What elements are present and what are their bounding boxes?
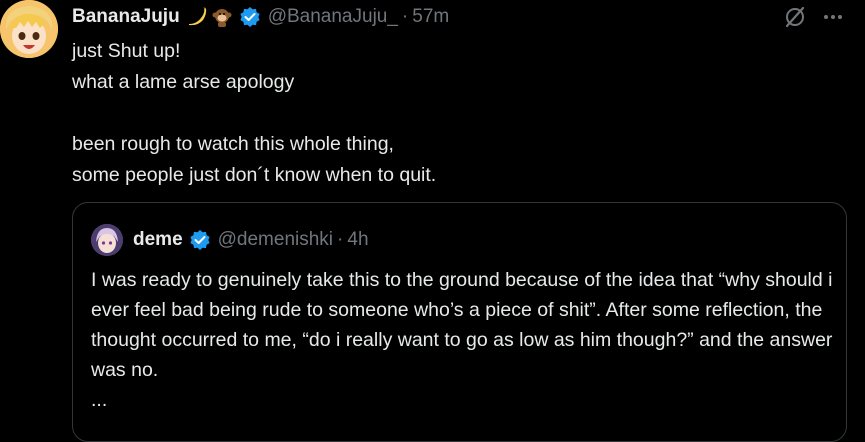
verified-icon[interactable]: [189, 229, 211, 251]
quoted-author-avatar[interactable]: [91, 224, 123, 256]
separator-dot: ·: [337, 229, 344, 250]
grok-icon[interactable]: [783, 5, 807, 29]
author-handle[interactable]: @BananaJuju_: [268, 6, 398, 28]
quoted-tweet-ellipsis: ...: [91, 389, 108, 411]
tweet-header: BananaJuju @BananaJuju_ · 57m: [72, 3, 835, 31]
tweet-text: just Shut up! what a lame arse apology b…: [72, 40, 437, 186]
banana-icon: [186, 6, 208, 28]
tweet-timestamp[interactable]: 57m: [412, 6, 449, 28]
quoted-tweet-header: deme @demenishki · 4h: [91, 224, 369, 256]
quoted-author-name[interactable]: deme: [133, 229, 183, 251]
author-avatar[interactable]: [0, 0, 58, 58]
monkey-icon: [211, 6, 233, 28]
quoted-author-handle[interactable]: @demenishki: [218, 229, 333, 251]
author-name[interactable]: BananaJuju: [72, 6, 180, 28]
separator-dot: ·: [401, 6, 409, 27]
quoted-tweet-timestamp[interactable]: 4h: [347, 229, 368, 251]
quoted-tweet-body: I was ready to genuinely take this to th…: [91, 269, 833, 381]
quoted-tweet[interactable]: deme @demenishki · 4h I was ready to gen…: [72, 202, 847, 442]
verified-icon[interactable]: [239, 6, 261, 28]
quoted-tweet-text: I was ready to genuinely take this to th…: [91, 265, 836, 415]
more-icon[interactable]: [820, 5, 846, 29]
